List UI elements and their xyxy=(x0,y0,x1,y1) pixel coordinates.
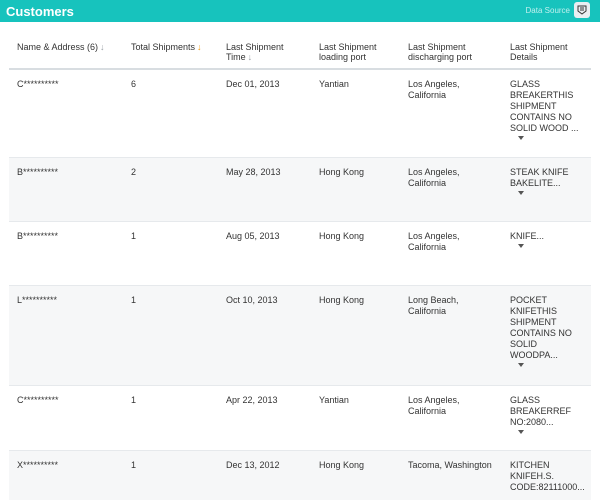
cell-time: Dec 01, 2013 xyxy=(218,68,311,158)
cell-time: Apr 22, 2013 xyxy=(218,385,311,451)
column-header-total-shipments[interactable]: Total Shipments ↓ xyxy=(123,35,218,70)
cell-details: KITCHEN KNIFEH.S. CODE:82111000... xyxy=(502,450,591,500)
table-row[interactable]: C********** 6 Dec 01, 2013 Yantian Los A… xyxy=(9,68,591,158)
cell-name: C********** xyxy=(9,385,123,451)
expand-caret-icon[interactable] xyxy=(518,191,524,195)
cell-details: POCKET KNIFETHIS SHIPMENT CONTAINS NO SO… xyxy=(502,285,591,386)
cell-time: May 28, 2013 xyxy=(218,157,311,222)
cell-discharging-port: Los Angeles, California xyxy=(400,68,502,158)
cell-discharging-port: Los Angeles, California xyxy=(400,221,502,286)
cell-name: L********** xyxy=(9,285,123,386)
customers-header: Customers Data Source xyxy=(0,0,600,22)
cell-discharging-port: Los Angeles, California xyxy=(400,157,502,222)
expand-caret-icon[interactable] xyxy=(518,430,524,434)
cell-time: Aug 05, 2013 xyxy=(218,221,311,286)
cell-loading-port: Hong Kong xyxy=(311,221,400,286)
table-row[interactable]: L********** 1 Oct 10, 2013 Hong Kong Lon… xyxy=(9,285,591,386)
expand-caret-icon[interactable] xyxy=(518,244,524,248)
cell-name: B********** xyxy=(9,157,123,222)
cell-loading-port: Yantian xyxy=(311,385,400,451)
data-source-link[interactable]: Data Source xyxy=(526,6,570,15)
cell-time: Dec 13, 2012 xyxy=(218,450,311,500)
cell-details: GLASS BREAKERTHIS SHIPMENT CONTAINS NO S… xyxy=(502,68,591,158)
cell-name: C********** xyxy=(9,68,123,158)
logo-icon[interactable] xyxy=(574,2,590,18)
cell-details: KNIFE... xyxy=(502,221,591,286)
cell-total: 6 xyxy=(123,68,218,158)
cell-time: Oct 10, 2013 xyxy=(218,285,311,386)
expand-caret-icon[interactable] xyxy=(518,136,524,140)
column-header-details: Last Shipment Details xyxy=(502,35,591,70)
column-header-discharging-port: Last Shipment discharging port xyxy=(400,35,502,70)
sort-arrow-icon[interactable]: ↓ xyxy=(248,52,253,62)
table-row[interactable]: C********** 1 Apr 22, 2013 Yantian Los A… xyxy=(9,385,591,451)
cell-discharging-port: Los Angeles, California xyxy=(400,385,502,451)
cell-total: 1 xyxy=(123,385,218,451)
cell-name: X********** xyxy=(9,450,123,500)
cell-loading-port: Yantian xyxy=(311,68,400,158)
cell-loading-port: Hong Kong xyxy=(311,450,400,500)
cell-total: 1 xyxy=(123,450,218,500)
sort-arrow-icon[interactable]: ↓ xyxy=(197,42,202,52)
header-tools: Data Source xyxy=(526,2,590,18)
table-row[interactable]: B********** 2 May 28, 2013 Hong Kong Los… xyxy=(9,157,591,222)
customers-card: Name & Address (6) ↓ Total Shipments ↓ Las… xyxy=(9,35,591,500)
table-row[interactable]: B********** 1 Aug 05, 2013 Hong Kong Los… xyxy=(9,221,591,286)
column-header-name[interactable]: Name & Address (6) ↓ xyxy=(9,35,123,70)
table-row[interactable]: X********** 1 Dec 13, 2012 Hong Kong Tac… xyxy=(9,450,591,500)
cell-details: GLASS BREAKERREF NO:2080... xyxy=(502,385,591,451)
cell-total: 2 xyxy=(123,157,218,222)
cell-total: 1 xyxy=(123,285,218,386)
cell-details: STEAK KNIFE BAKELITE... xyxy=(502,157,591,222)
cell-discharging-port: Tacoma, Washington xyxy=(400,450,502,500)
customers-table: Name & Address (6) ↓ Total Shipments ↓ Las… xyxy=(9,35,591,500)
cell-name: B********** xyxy=(9,221,123,286)
column-header-loading-port: Last Shipment loading port xyxy=(311,35,400,70)
column-header-last-shipment-time[interactable]: Last Shipment Time ↓ xyxy=(218,35,311,70)
cell-discharging-port: Long Beach, California xyxy=(400,285,502,386)
cell-loading-port: Hong Kong xyxy=(311,285,400,386)
section-title: Customers xyxy=(6,3,74,19)
sort-arrow-icon[interactable]: ↓ xyxy=(100,42,105,52)
cell-loading-port: Hong Kong xyxy=(311,157,400,222)
cell-total: 1 xyxy=(123,221,218,286)
expand-caret-icon[interactable] xyxy=(518,363,524,367)
table-header-row: Name & Address (6) ↓ Total Shipments ↓ Las… xyxy=(9,35,591,70)
